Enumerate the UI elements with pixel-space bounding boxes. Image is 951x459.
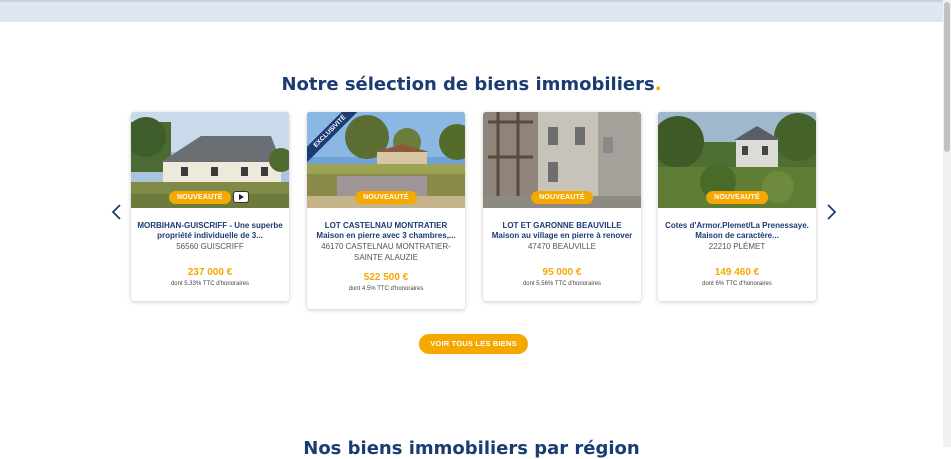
listing-price: 237 000 € (187, 267, 233, 278)
chevron-right-icon (827, 204, 837, 220)
chevron-left-icon (111, 204, 121, 220)
listing-price: 149 460 € (714, 267, 760, 278)
section-title: Notre sélection de biens immobiliers. (0, 74, 943, 95)
new-badge: NOUVEAUTÉ (706, 191, 768, 204)
section-title-text: Notre sélection de biens immobiliers (281, 74, 655, 95)
section-title-dot: . (654, 74, 662, 95)
listing-photo[interactable]: EXCLUSIVITÉ NOUVEAUTÉ (307, 112, 465, 208)
listing-city: 22210 PLÉMET (708, 242, 766, 251)
new-badge: NOUVEAUTÉ (355, 191, 417, 204)
listing-photo[interactable]: NOUVEAUTÉ (483, 112, 641, 208)
listing-title[interactable]: MORBIHAN-GUISCRIFF - Une superbe proprié… (137, 221, 283, 241)
top-banner-strip (0, 0, 951, 22)
listing-card[interactable]: EXCLUSIVITÉ NOUVEAUTÉ LOT CASTELNAU MONT… (307, 112, 465, 309)
next-section-title: Nos biens immobiliers par région (303, 438, 640, 459)
listing-fee: dont 6% TTC d'honoraires (702, 281, 772, 287)
listing-price: 95 000 € (542, 267, 582, 278)
new-badge: NOUVEAUTÉ (531, 191, 593, 204)
listing-card[interactable]: NOUVEAUTÉ LOT ET GARONNE BEAUVILLE Maiso… (483, 112, 641, 301)
listing-fee: dont 5.33% TTC d'honoraires (170, 281, 250, 287)
listing-photo[interactable]: NOUVEAUTÉ (131, 112, 289, 208)
scrollbar-thumb[interactable] (944, 2, 950, 152)
view-all-listings-button[interactable]: VOIR TOUS LES BIENS (419, 334, 528, 354)
listing-title[interactable]: Cotes d'Armor.Plemet/La Prenessaye. Mais… (664, 221, 810, 241)
new-badge: NOUVEAUTÉ (169, 191, 231, 204)
listing-fee: dont 4.5% TTC d'honoraires (348, 286, 424, 292)
listing-city: 56560 GUISCRIFF (176, 242, 244, 251)
page-scrollbar[interactable] (943, 0, 951, 447)
video-play-icon[interactable] (233, 191, 249, 203)
listing-fee: dont 5.56% TTC d'honoraires (522, 281, 602, 287)
listing-card[interactable]: NOUVEAUTÉ Cotes d'Armor.Plemet/La Prenes… (658, 112, 816, 301)
listing-city: 46170 CASTELNAU MONTRATIER-SAINTE ALAUZI… (321, 242, 451, 262)
listing-card[interactable]: NOUVEAUTÉ MORBIHAN-GUISCRIFF - Une super… (131, 112, 289, 301)
listing-title[interactable]: LOT ET GARONNE BEAUVILLE Maison au villa… (489, 221, 635, 241)
carousel-next-button[interactable] (824, 203, 838, 221)
carousel-prev-button[interactable] (110, 203, 124, 221)
listing-title[interactable]: LOT CASTELNAU MONTRATIER Maison en pierr… (313, 221, 459, 241)
listing-price: 522 500 € (363, 272, 409, 283)
listing-photo[interactable]: NOUVEAUTÉ (658, 112, 816, 208)
listing-city: 47470 BEAUVILLE (527, 242, 597, 251)
